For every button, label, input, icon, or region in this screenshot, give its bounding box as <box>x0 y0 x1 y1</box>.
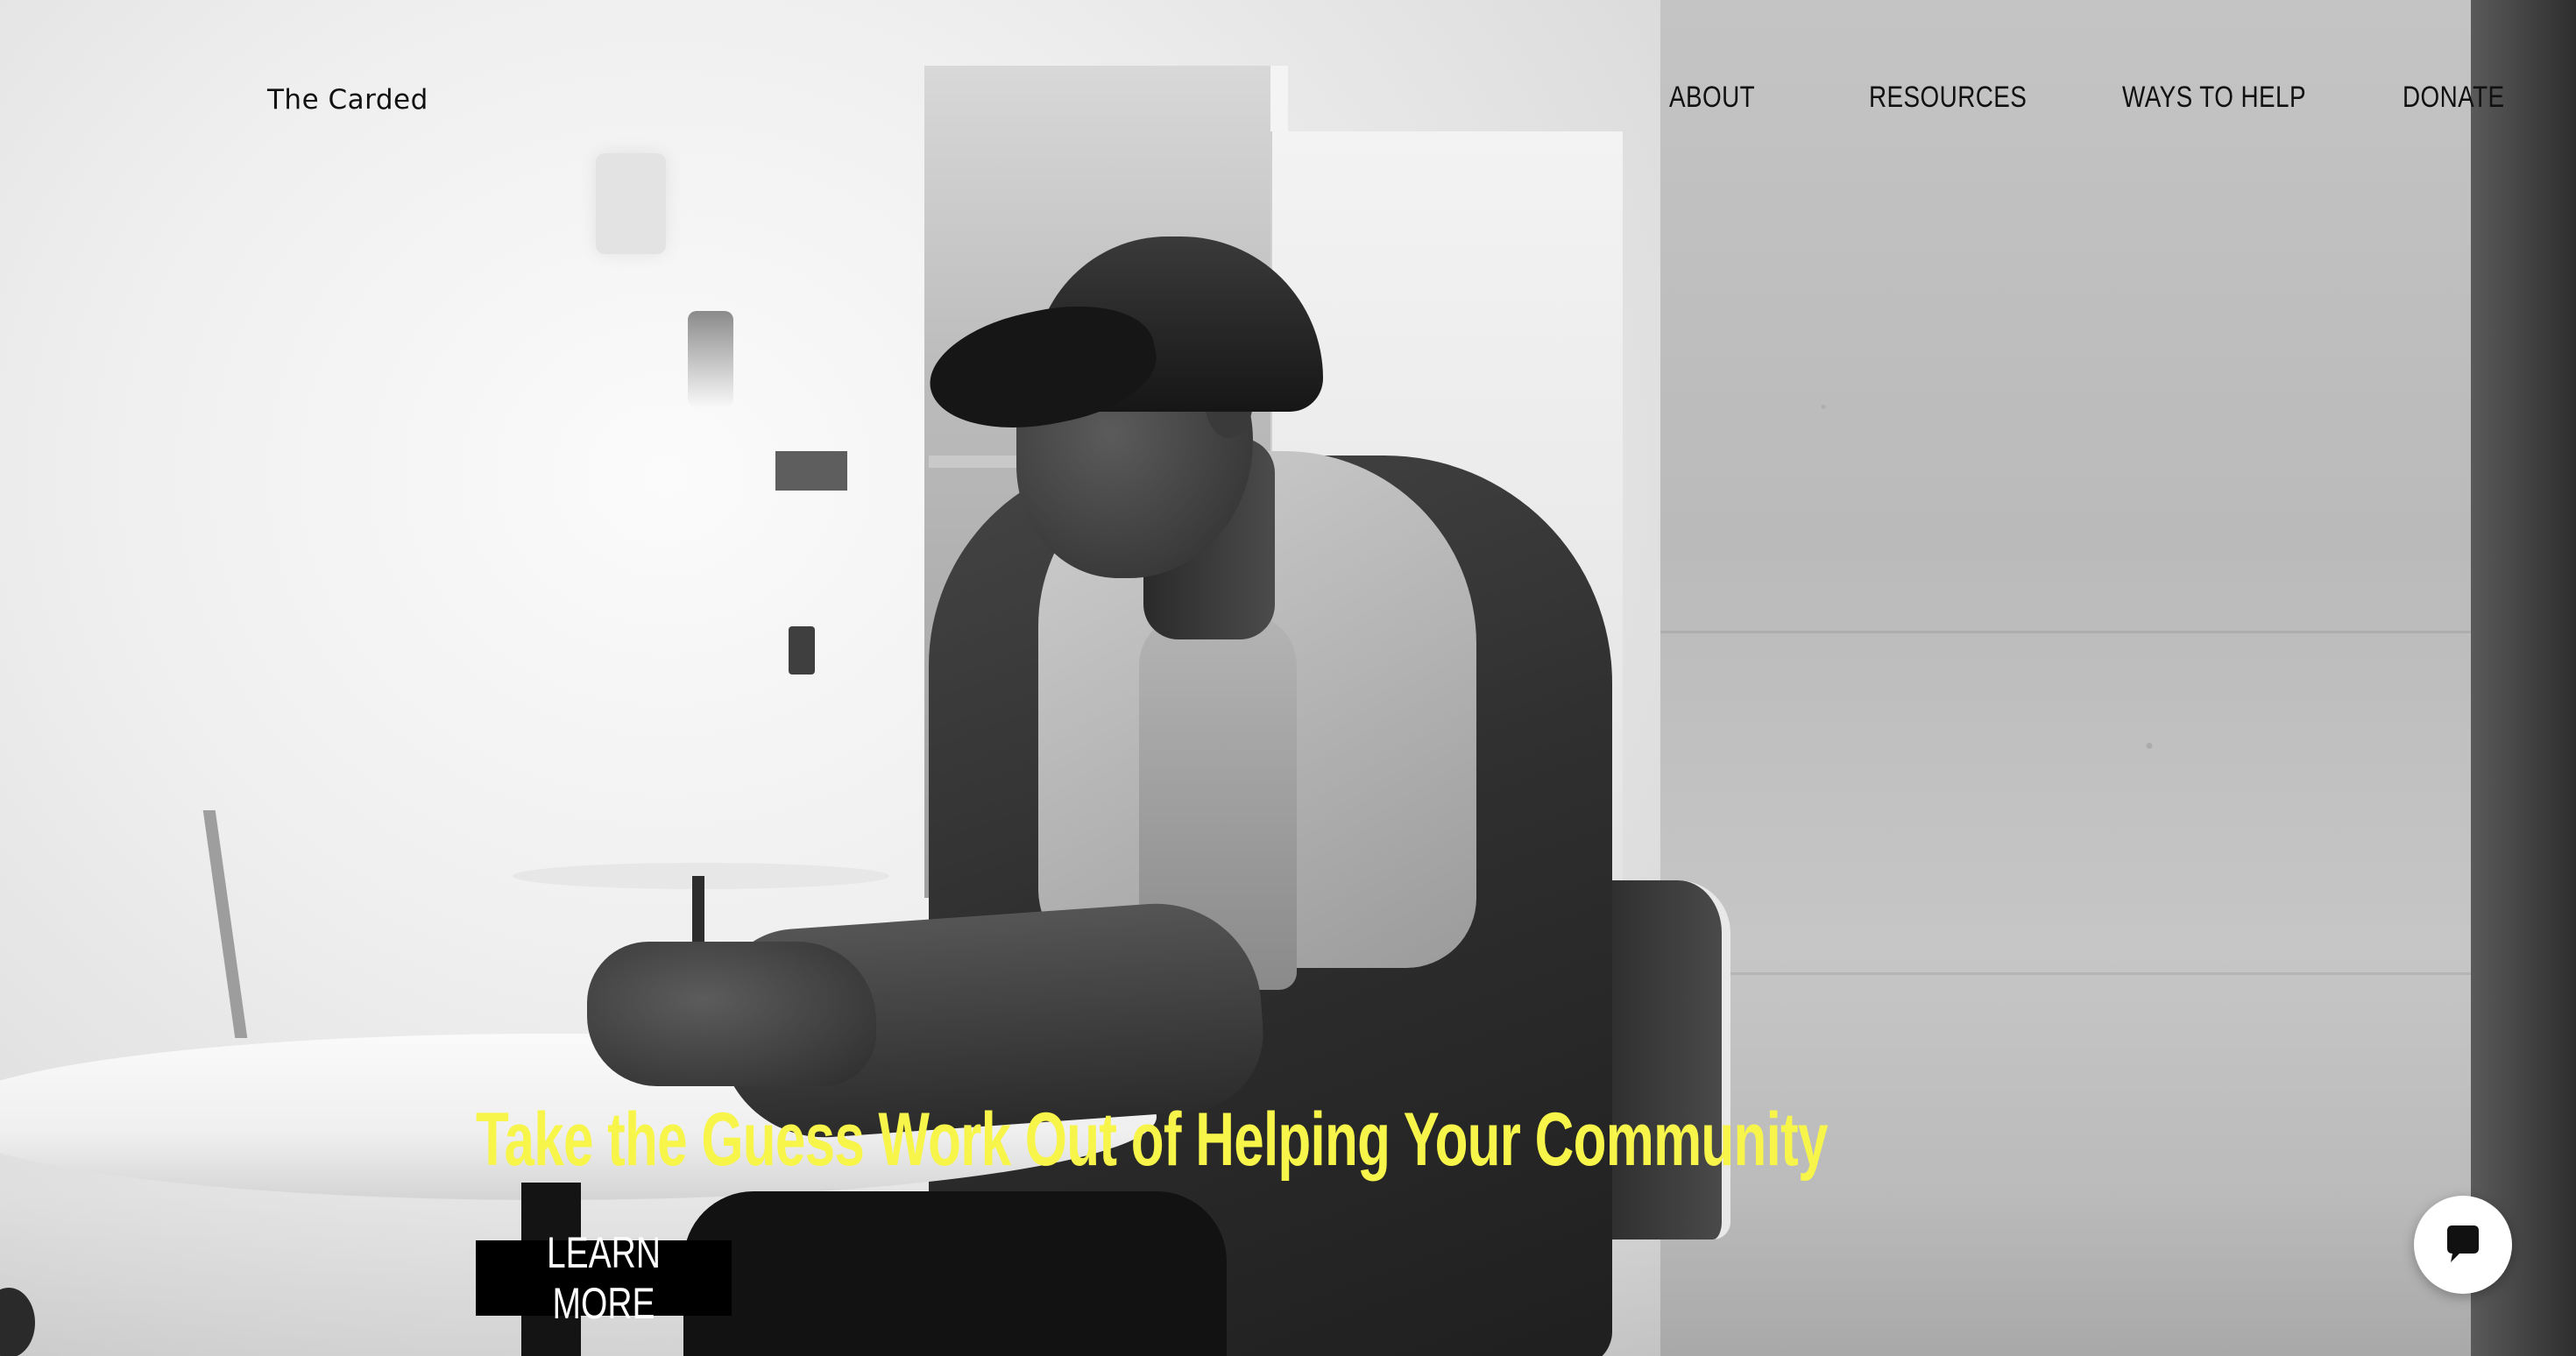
main-navigation: ABOUT RESOURCES WAYS TO HELP DONATE <box>0 0 2576 210</box>
chat-bubble-icon <box>2447 1225 2479 1262</box>
wall-switch <box>789 626 815 674</box>
person-pants <box>683 1191 1227 1356</box>
hero-heading: Take the Guess Work Out of Helping Your … <box>476 1098 1828 1182</box>
concrete-seam <box>1660 972 2475 975</box>
site-header: The Carded ABOUT RESOURCES WAYS TO HELP … <box>0 0 2576 210</box>
learn-more-button[interactable]: LEARN MORE <box>476 1228 732 1328</box>
person-hands <box>587 942 876 1086</box>
concrete-seam <box>1660 631 2475 633</box>
learn-more-label: LEARN MORE <box>546 1228 662 1328</box>
chat-button[interactable] <box>2414 1196 2512 1294</box>
nav-link-about[interactable]: ABOUT <box>1669 81 1755 115</box>
wall-light <box>688 311 733 407</box>
nav-link-donate[interactable]: DONATE <box>2403 81 2505 115</box>
nav-link-resources[interactable]: RESOURCES <box>1869 81 2027 115</box>
nav-link-ways-to-help[interactable]: WAYS TO HELP <box>2122 81 2306 115</box>
wall-sign <box>775 451 847 491</box>
